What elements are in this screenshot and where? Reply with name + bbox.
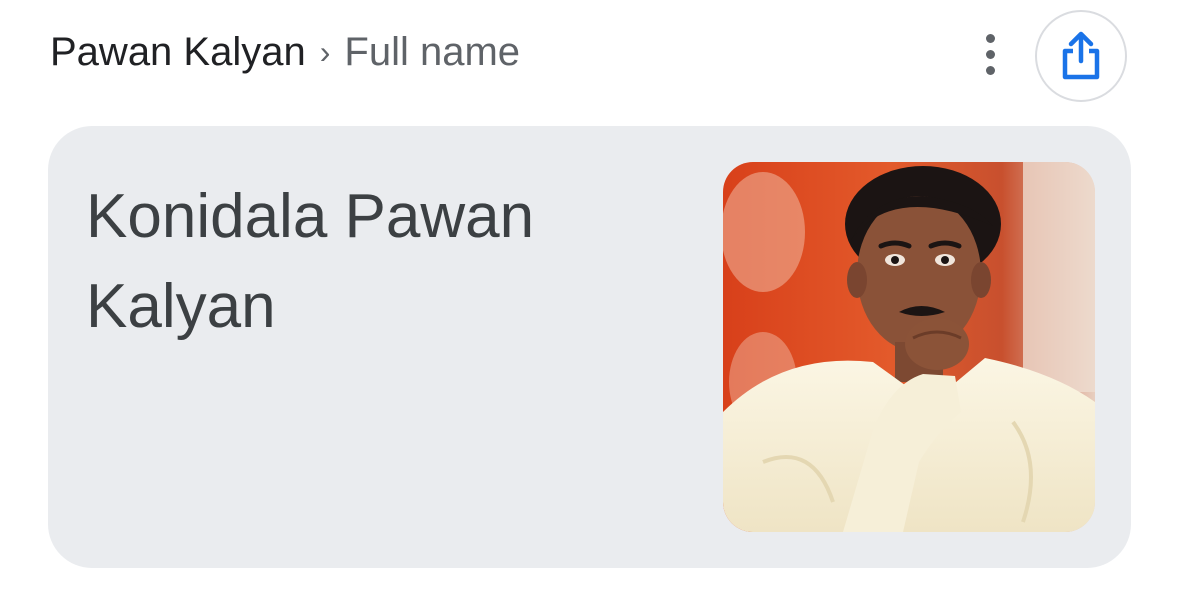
- answer-card: Konidala Pawan Kalyan: [48, 126, 1131, 568]
- more-vert-icon-dot: [985, 49, 995, 59]
- more-options-button[interactable]: [968, 28, 1012, 80]
- portrait-illustration: [723, 162, 1095, 532]
- breadcrumb-separator: ›: [319, 33, 331, 70]
- share-icon: [1062, 31, 1100, 80]
- answer-text: Konidala Pawan Kalyan: [86, 182, 535, 341]
- result-header: Pawan Kalyan › Full name: [0, 0, 1179, 110]
- breadcrumb: Pawan Kalyan › Full name: [50, 26, 520, 78]
- breadcrumb-parent-link[interactable]: Pawan Kalyan: [50, 30, 306, 75]
- more-vert-icon-dot: [985, 65, 995, 75]
- portrait-photo[interactable]: [723, 162, 1095, 532]
- breadcrumb-current: Full name: [344, 29, 521, 74]
- share-button[interactable]: [1035, 10, 1127, 102]
- more-vert-icon: [985, 33, 995, 43]
